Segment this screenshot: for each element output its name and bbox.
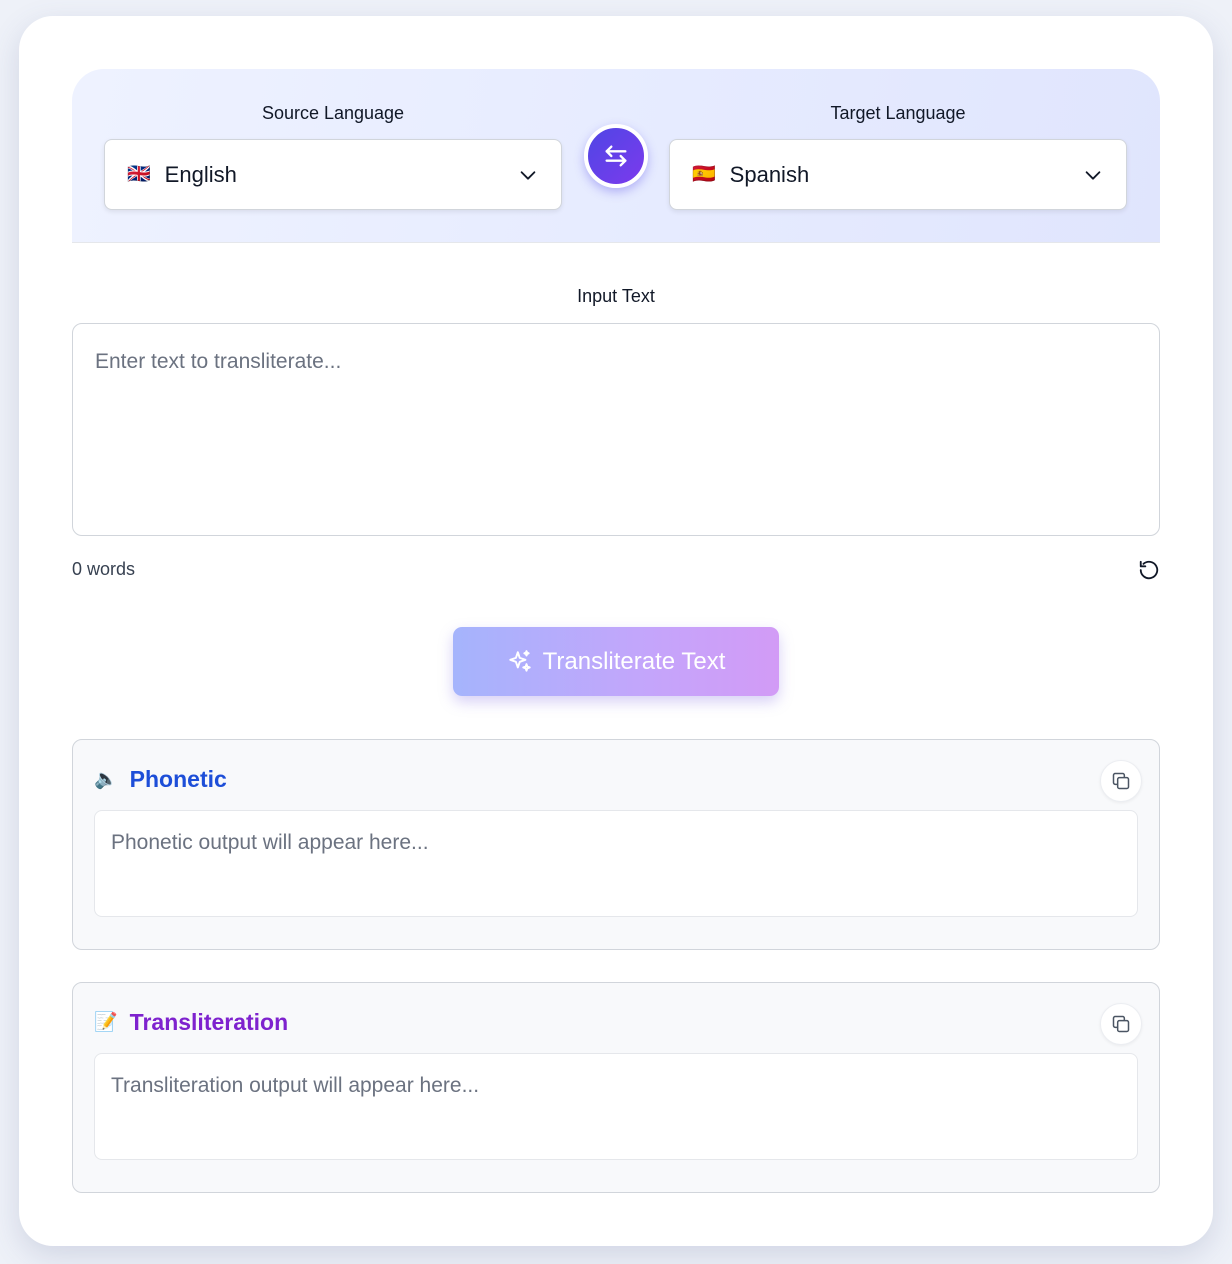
phonetic-title: Phonetic — [129, 766, 227, 792]
transliteration-title: Transliteration — [129, 1009, 289, 1035]
uk-flag-icon: 🇬🇧 — [127, 164, 151, 185]
input-text-area[interactable]: Enter text to transliterate... — [72, 323, 1160, 536]
copy-phonetic-button[interactable] — [1100, 760, 1142, 802]
copy-icon — [1112, 772, 1130, 790]
reset-icon[interactable] — [1138, 559, 1160, 581]
copy-transliteration-button[interactable] — [1100, 1003, 1142, 1045]
source-language-label: Source Language — [261, 103, 405, 123]
transliteration-header: 📝 Transliteration — [94, 1009, 288, 1036]
target-language-value: Spanish — [729, 161, 810, 187]
memo-icon: 📝 — [94, 1012, 118, 1033]
transliterate-button[interactable]: Transliterate Text — [453, 627, 779, 696]
speaker-icon: 🔈 — [94, 769, 118, 790]
transliteration-output-card: 📝 Transliteration Transliteration output… — [72, 982, 1160, 1193]
target-language-select[interactable]: 🇪🇸 Spanish — [669, 139, 1127, 210]
phonetic-output-card: 🔈 Phonetic Phonetic output will appear h… — [72, 739, 1160, 950]
transliterate-button-label: Transliterate Text — [542, 647, 726, 675]
copy-icon — [1112, 1015, 1130, 1033]
transliterator-card: Source Language 🇬🇧 English Target Langua… — [19, 16, 1213, 1246]
phonetic-header: 🔈 Phonetic — [94, 766, 227, 793]
word-count: 0 words — [72, 559, 136, 579]
phonetic-output[interactable]: Phonetic output will appear here... — [94, 810, 1138, 917]
language-panel: Source Language 🇬🇧 English Target Langua… — [72, 69, 1160, 243]
source-language-select[interactable]: 🇬🇧 English — [104, 139, 562, 210]
swap-arrows-icon — [605, 145, 627, 167]
target-language-label: Target Language — [830, 103, 966, 123]
chevron-down-icon — [1085, 170, 1101, 180]
swap-languages-button[interactable] — [584, 124, 648, 188]
source-language-value: English — [164, 161, 237, 187]
spain-flag-icon: 🇪🇸 — [692, 164, 716, 185]
input-text-label: Input Text — [577, 286, 655, 306]
chevron-down-icon — [520, 170, 536, 180]
transliteration-output[interactable]: Transliteration output will appear here.… — [94, 1053, 1138, 1160]
sparkles-icon — [508, 649, 531, 672]
